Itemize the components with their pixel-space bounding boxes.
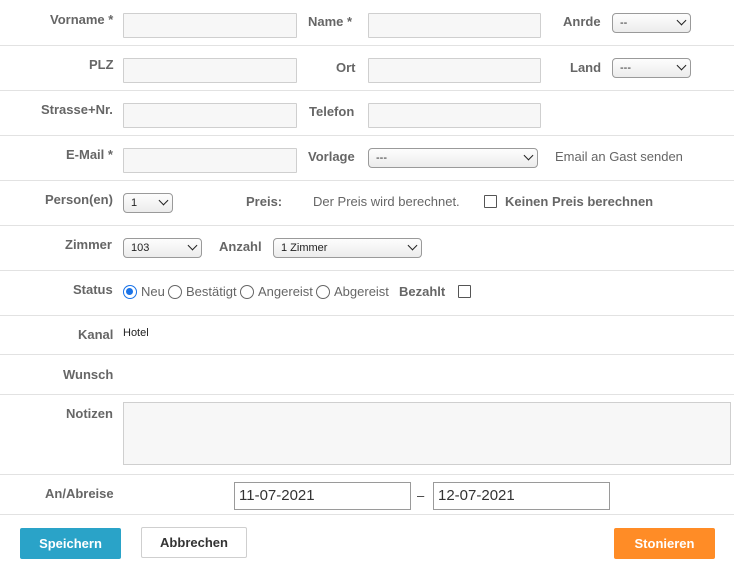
status-option-angereist: Angereist (258, 284, 313, 299)
phone-field[interactable] (368, 103, 541, 128)
zip-field[interactable] (123, 58, 297, 83)
arrival-date-input[interactable]: 11-07-2021 (234, 482, 411, 510)
firstname-label: Vorname * (50, 12, 114, 27)
chevron-down-icon (523, 150, 534, 161)
template-value: --- (376, 152, 387, 164)
paid-label: Bezahlt (399, 284, 446, 299)
persons-label: Person(en) (45, 192, 113, 207)
paid-checkbox[interactable] (458, 285, 471, 298)
notes-label: Notizen (66, 406, 113, 421)
no-price-checkbox[interactable] (484, 195, 497, 208)
status-option-neu: Neu (141, 284, 165, 299)
chevron-down-icon (676, 15, 687, 26)
price-text: Der Preis wird berechnet. (313, 194, 460, 209)
chevron-down-icon (407, 240, 418, 251)
country-select[interactable]: --- (612, 58, 691, 78)
notes-textarea[interactable] (123, 402, 731, 465)
dates-label: An/Abreise (45, 486, 114, 501)
city-field[interactable] (368, 58, 541, 83)
status-label: Status (73, 282, 113, 297)
salutation-select[interactable]: -- (612, 13, 691, 33)
city-label: Ort (336, 60, 356, 75)
email-label: E-Mail * (66, 147, 113, 162)
salutation-value: -- (620, 17, 628, 29)
price-label: Preis: (246, 194, 283, 209)
name-field[interactable] (368, 13, 541, 38)
country-label: Land (570, 60, 602, 75)
channel-value: Hotel (123, 327, 149, 339)
status-radio-neu[interactable] (123, 285, 137, 299)
status-radio-angereist[interactable] (240, 285, 254, 299)
status-option-abgereist: Abgereist (334, 284, 389, 299)
cancel-booking-button[interactable]: Stonieren (614, 528, 715, 559)
status-radio-bestaetigt[interactable] (168, 285, 182, 299)
departure-date-input[interactable]: 12-07-2021 (433, 482, 610, 510)
email-field[interactable] (123, 148, 297, 173)
firstname-field[interactable] (123, 13, 297, 38)
zip-label: PLZ (89, 57, 114, 72)
no-price-label: Keinen Preis berechnen (505, 194, 654, 209)
save-button[interactable]: Speichern (20, 528, 121, 559)
template-label: Vorlage (308, 149, 355, 164)
country-value: --- (620, 62, 631, 74)
phone-label: Telefon (309, 104, 355, 119)
wish-label: Wunsch (63, 367, 114, 382)
template-select[interactable]: --- (368, 148, 538, 168)
count-select[interactable]: 1 Zimmer (273, 238, 422, 258)
street-label: Strasse+Nr. (41, 102, 113, 117)
room-label: Zimmer (65, 237, 112, 252)
chevron-down-icon (187, 240, 198, 251)
status-option-bestaetigt: Bestätigt (186, 284, 237, 299)
persons-value: 1 (131, 197, 138, 209)
cancel-button[interactable]: Abbrechen (141, 527, 247, 558)
persons-select[interactable]: 1 (123, 193, 173, 213)
count-label: Anzahl (219, 239, 262, 254)
chevron-down-icon (676, 60, 687, 71)
chevron-down-icon (158, 195, 169, 206)
date-separator: – (417, 488, 425, 503)
room-select[interactable]: 103 (123, 238, 202, 258)
count-value: 1 Zimmer (281, 242, 328, 254)
room-value: 103 (131, 242, 150, 254)
send-email-text: Email an Gast senden (555, 149, 683, 164)
name-label: Name * (308, 14, 353, 29)
street-field[interactable] (123, 103, 297, 128)
status-radio-abgereist[interactable] (316, 285, 330, 299)
channel-label: Kanal (78, 327, 114, 342)
salutation-label: Anrde (563, 14, 601, 29)
